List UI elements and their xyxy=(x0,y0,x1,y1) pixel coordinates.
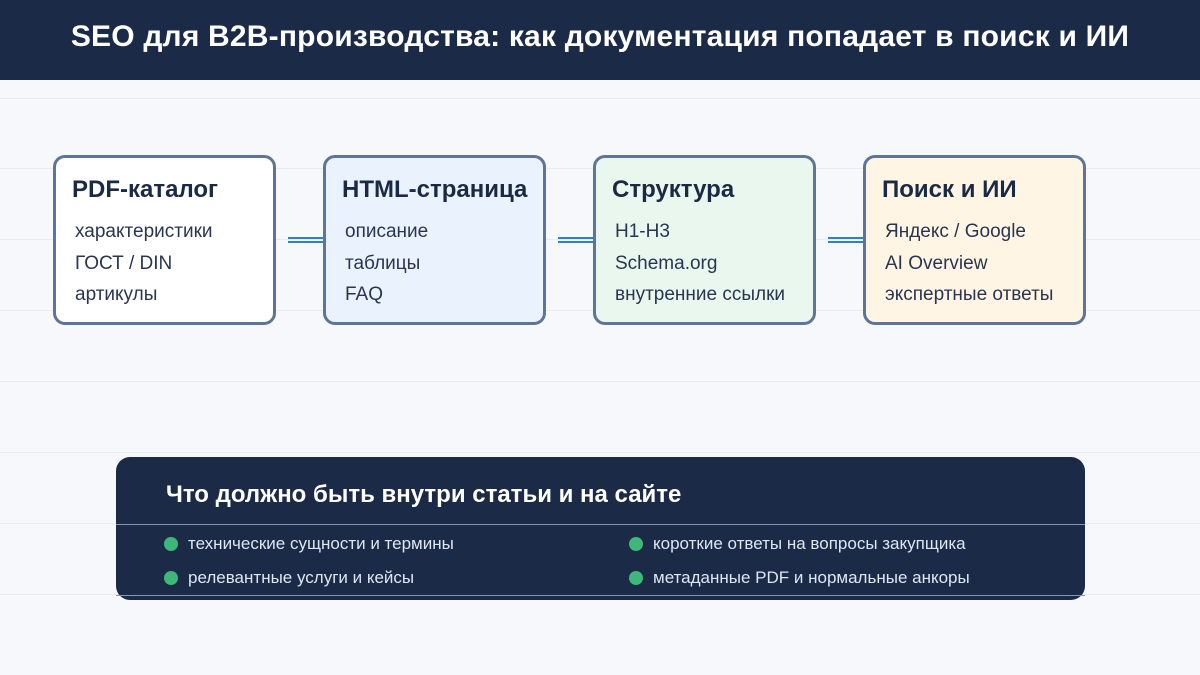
checklist-point: короткие ответы на вопросы закупщика xyxy=(629,534,966,554)
stage-item: Яндекс / Google xyxy=(885,221,1026,242)
stage-item: таблицы xyxy=(345,252,421,274)
connector-arrow xyxy=(558,237,594,243)
stage-item: характеристики xyxy=(75,221,213,242)
checklist-point-text: релевантные услуги и кейсы xyxy=(188,568,415,587)
stage-title: HTML-страница xyxy=(342,176,528,203)
checklist-point-text: технические сущности и термины xyxy=(188,534,454,553)
stage-card-html-page: HTML-страница описание таблицы FAQ xyxy=(323,155,546,325)
background-line xyxy=(0,381,1200,382)
stage-card-search-ai: Поиск и ИИ Яндекс / Google AI Overview э… xyxy=(863,155,1086,325)
stage-item: FAQ xyxy=(345,284,384,305)
background-line xyxy=(0,452,1200,453)
stage-item: экспертные ответы xyxy=(885,284,1054,305)
page-title: SEO для B2B-производства: как документац… xyxy=(70,20,1130,53)
bullet-dot-icon xyxy=(164,571,178,585)
stage-title: Поиск и ИИ xyxy=(882,176,1017,203)
stage-title: PDF-каталог xyxy=(72,176,219,203)
header-bar: SEO для B2B-производства: как документац… xyxy=(0,0,1200,80)
stage-card-pdf-catalog: PDF-каталог характеристики ГОСТ / DIN ар… xyxy=(53,155,276,325)
bullet-dot-icon xyxy=(164,537,178,551)
panel-divider xyxy=(116,595,1085,596)
stage-items: характеристики ГОСТ / DIN артикулы xyxy=(72,216,273,311)
checklist-panel: Что должно быть внутри статьи и на сайте… xyxy=(116,457,1085,600)
stage-items: Яндекс / Google AI Overview экспертные о… xyxy=(882,216,1083,311)
checklist-point-text: короткие ответы на вопросы закупщика xyxy=(653,534,966,553)
connector-arrow xyxy=(828,237,864,243)
stage-title: Структура xyxy=(612,176,735,203)
stage-item: внутренние ссылки xyxy=(615,284,786,305)
bullet-dot-icon xyxy=(629,537,643,551)
stage-item: AI Overview xyxy=(885,252,988,274)
checklist-point: технические сущности и термины xyxy=(164,534,454,554)
checklist-point-text: метаданные PDF и нормальные анкоры xyxy=(653,568,970,587)
stage-item: артикулы xyxy=(75,284,158,305)
stage-item: ГОСТ / DIN xyxy=(75,252,173,274)
stage-item: H1-H3 xyxy=(615,221,670,242)
background-line xyxy=(0,98,1200,99)
stage-items: H1-H3 Schema.org внутренние ссылки xyxy=(612,216,813,311)
checklist-point: релевантные услуги и кейсы xyxy=(164,568,414,588)
panel-title: Что должно быть внутри статьи и на сайте xyxy=(166,481,682,508)
stage-item: описание xyxy=(345,221,429,242)
bullet-dot-icon xyxy=(629,571,643,585)
stage-card-structure: Структура H1-H3 Schema.org внутренние сс… xyxy=(593,155,816,325)
stage-items: описание таблицы FAQ xyxy=(342,216,543,311)
panel-divider xyxy=(116,524,1085,525)
stage-item: Schema.org xyxy=(615,252,718,274)
checklist-point: метаданные PDF и нормальные анкоры xyxy=(629,568,970,588)
connector-arrow xyxy=(288,237,324,243)
